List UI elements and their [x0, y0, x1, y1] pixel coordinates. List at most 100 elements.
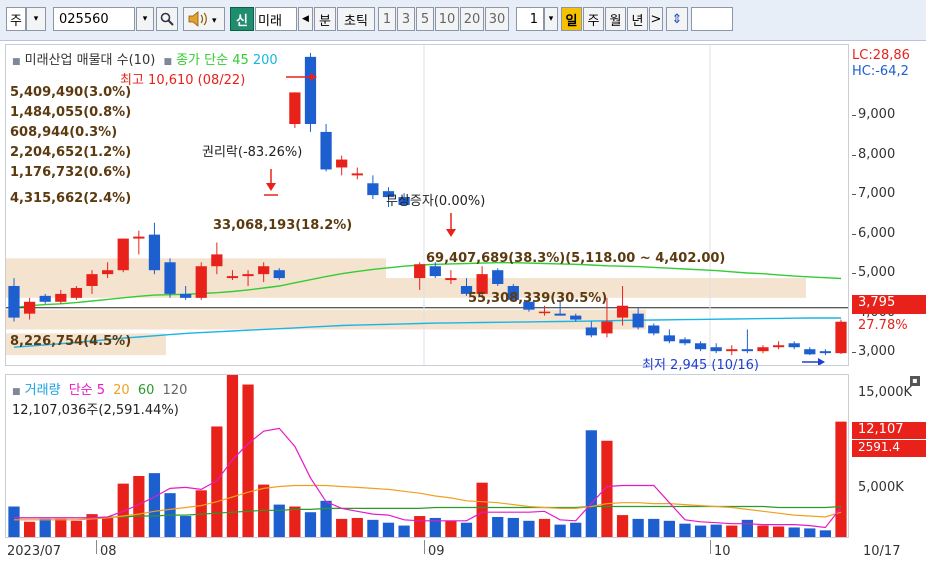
- volume-bar: [148, 473, 161, 537]
- candle-body: [554, 313, 566, 316]
- volume-bar: [398, 525, 410, 537]
- price-tick-label: 9,000: [858, 107, 896, 123]
- ma45-legend: 종가 단순 45: [176, 53, 249, 68]
- profile-label: 69,407,689(38.3%)(5,118.00 ~ 4,402.00): [426, 251, 726, 266]
- lc-label: LC:28,86: [852, 48, 910, 63]
- candle-body: [242, 274, 254, 277]
- mode-dropdown-arrow-icon[interactable]: ▾: [26, 7, 46, 31]
- date-tick: [710, 540, 711, 554]
- candle: [788, 341, 800, 350]
- candle-body: [55, 293, 67, 302]
- volume-bar: [694, 525, 707, 537]
- candle-body: [211, 254, 223, 267]
- candle: [772, 341, 785, 350]
- volume-bar: [523, 520, 535, 537]
- candle-body: [195, 266, 207, 298]
- candle-body: [804, 349, 816, 355]
- price-tick-mark: [852, 194, 856, 196]
- tab-month[interactable]: 월: [605, 7, 626, 31]
- stock-code-input[interactable]: 025560: [53, 7, 135, 31]
- volume-bar: [570, 522, 582, 537]
- candle: [648, 323, 660, 336]
- candle: [351, 167, 363, 180]
- candle-body: [616, 305, 629, 318]
- volume-bar: [757, 525, 769, 537]
- chevron-left-icon[interactable]: ◀: [298, 7, 313, 31]
- interval-1[interactable]: 1: [378, 7, 396, 31]
- interval-5[interactable]: 5: [416, 7, 434, 31]
- volume-title: 거래량: [24, 383, 61, 398]
- candle-body: [304, 56, 317, 125]
- date-label: 10: [714, 544, 731, 559]
- candle-body: [585, 327, 597, 336]
- tab-year[interactable]: 년: [627, 7, 648, 31]
- bonus-issue-note: 무상증자(0.00%): [386, 194, 486, 209]
- price-tick-mark: [852, 273, 856, 275]
- tab-day[interactable]: 일: [561, 7, 582, 31]
- candle: [336, 155, 348, 176]
- candle-body: [8, 285, 20, 318]
- volume-bar: [117, 483, 129, 537]
- volume-bar: [180, 516, 192, 537]
- volume-bar: [616, 515, 629, 537]
- candle-body: [86, 274, 98, 286]
- profile-label: 1,176,732(0.6%): [10, 165, 132, 180]
- next-button[interactable]: >: [649, 7, 663, 31]
- candle-body: [117, 238, 129, 271]
- vol-ma20-legend: 20: [113, 383, 130, 398]
- tab-minute[interactable]: 분: [314, 7, 336, 31]
- ma200-legend: 200: [252, 53, 278, 68]
- extra-input[interactable]: [691, 7, 733, 31]
- candle-body: [445, 278, 457, 281]
- candle-body: [133, 236, 145, 239]
- tab-tick[interactable]: 초틱: [337, 7, 375, 31]
- up-down-arrow-icon[interactable]: ⇕: [666, 7, 688, 31]
- speaker-icon[interactable]: ▾: [183, 7, 225, 31]
- legend-square-icon: ■: [12, 387, 21, 397]
- vol-ma5-legend: 단순 5: [68, 383, 106, 398]
- candle-body: [226, 276, 239, 279]
- candle-body: [788, 343, 800, 348]
- volume-summary: 12,107,036주(2,591.44%): [12, 403, 179, 418]
- new-listing-badge[interactable]: 신: [230, 7, 254, 31]
- interval-10[interactable]: 10: [435, 7, 459, 31]
- count-input[interactable]: 1: [516, 7, 544, 31]
- candle: [694, 341, 707, 352]
- code-dropdown-arrow-icon[interactable]: ▾: [136, 7, 154, 31]
- date-label: 08: [100, 544, 117, 559]
- candle-body: [772, 345, 785, 348]
- date-label: 10/17: [863, 544, 901, 559]
- candle: [133, 230, 145, 255]
- volume-chart-panel[interactable]: ■ 거래량 단순 5 20 60 120 12,107,036주(2,591.4…: [5, 374, 849, 538]
- interval-30[interactable]: 30: [485, 7, 509, 31]
- search-icon[interactable]: [156, 7, 178, 31]
- candle-body: [648, 325, 660, 334]
- candle-body: [180, 293, 192, 298]
- volume-bar: [632, 518, 644, 537]
- date-tick: [424, 540, 425, 554]
- price-tick-label: 5,000: [858, 265, 896, 281]
- candle-body: [710, 347, 722, 352]
- volume-bar: [492, 516, 504, 537]
- candle-body: [819, 351, 832, 354]
- volume-bar: [320, 500, 332, 537]
- chart-title: 미래산업 매물대 수(10): [24, 53, 156, 68]
- candle-body: [320, 131, 332, 170]
- profile-label: 8,226,754(4.5%): [10, 334, 132, 349]
- candle-body: [351, 173, 363, 176]
- candle: [757, 345, 769, 354]
- interval-3[interactable]: 3: [397, 7, 415, 31]
- count-dropdown-arrow-icon[interactable]: ▾: [544, 7, 558, 31]
- tab-week[interactable]: 주: [583, 7, 604, 31]
- volume-bar: [8, 506, 20, 537]
- candle-body: [258, 266, 270, 275]
- interval-20[interactable]: 20: [460, 7, 484, 31]
- price-chart-panel[interactable]: ■ 미래산업 매물대 수(10) ■ 종가 단순 45 200 5,409,49…: [5, 44, 849, 373]
- candle-body: [23, 301, 36, 314]
- candle: [320, 124, 332, 172]
- company-name-field: 미래: [255, 7, 297, 31]
- candle: [367, 175, 379, 200]
- volume-bar: [304, 512, 317, 537]
- candle-body: [336, 159, 348, 168]
- volume-bar: [554, 524, 566, 537]
